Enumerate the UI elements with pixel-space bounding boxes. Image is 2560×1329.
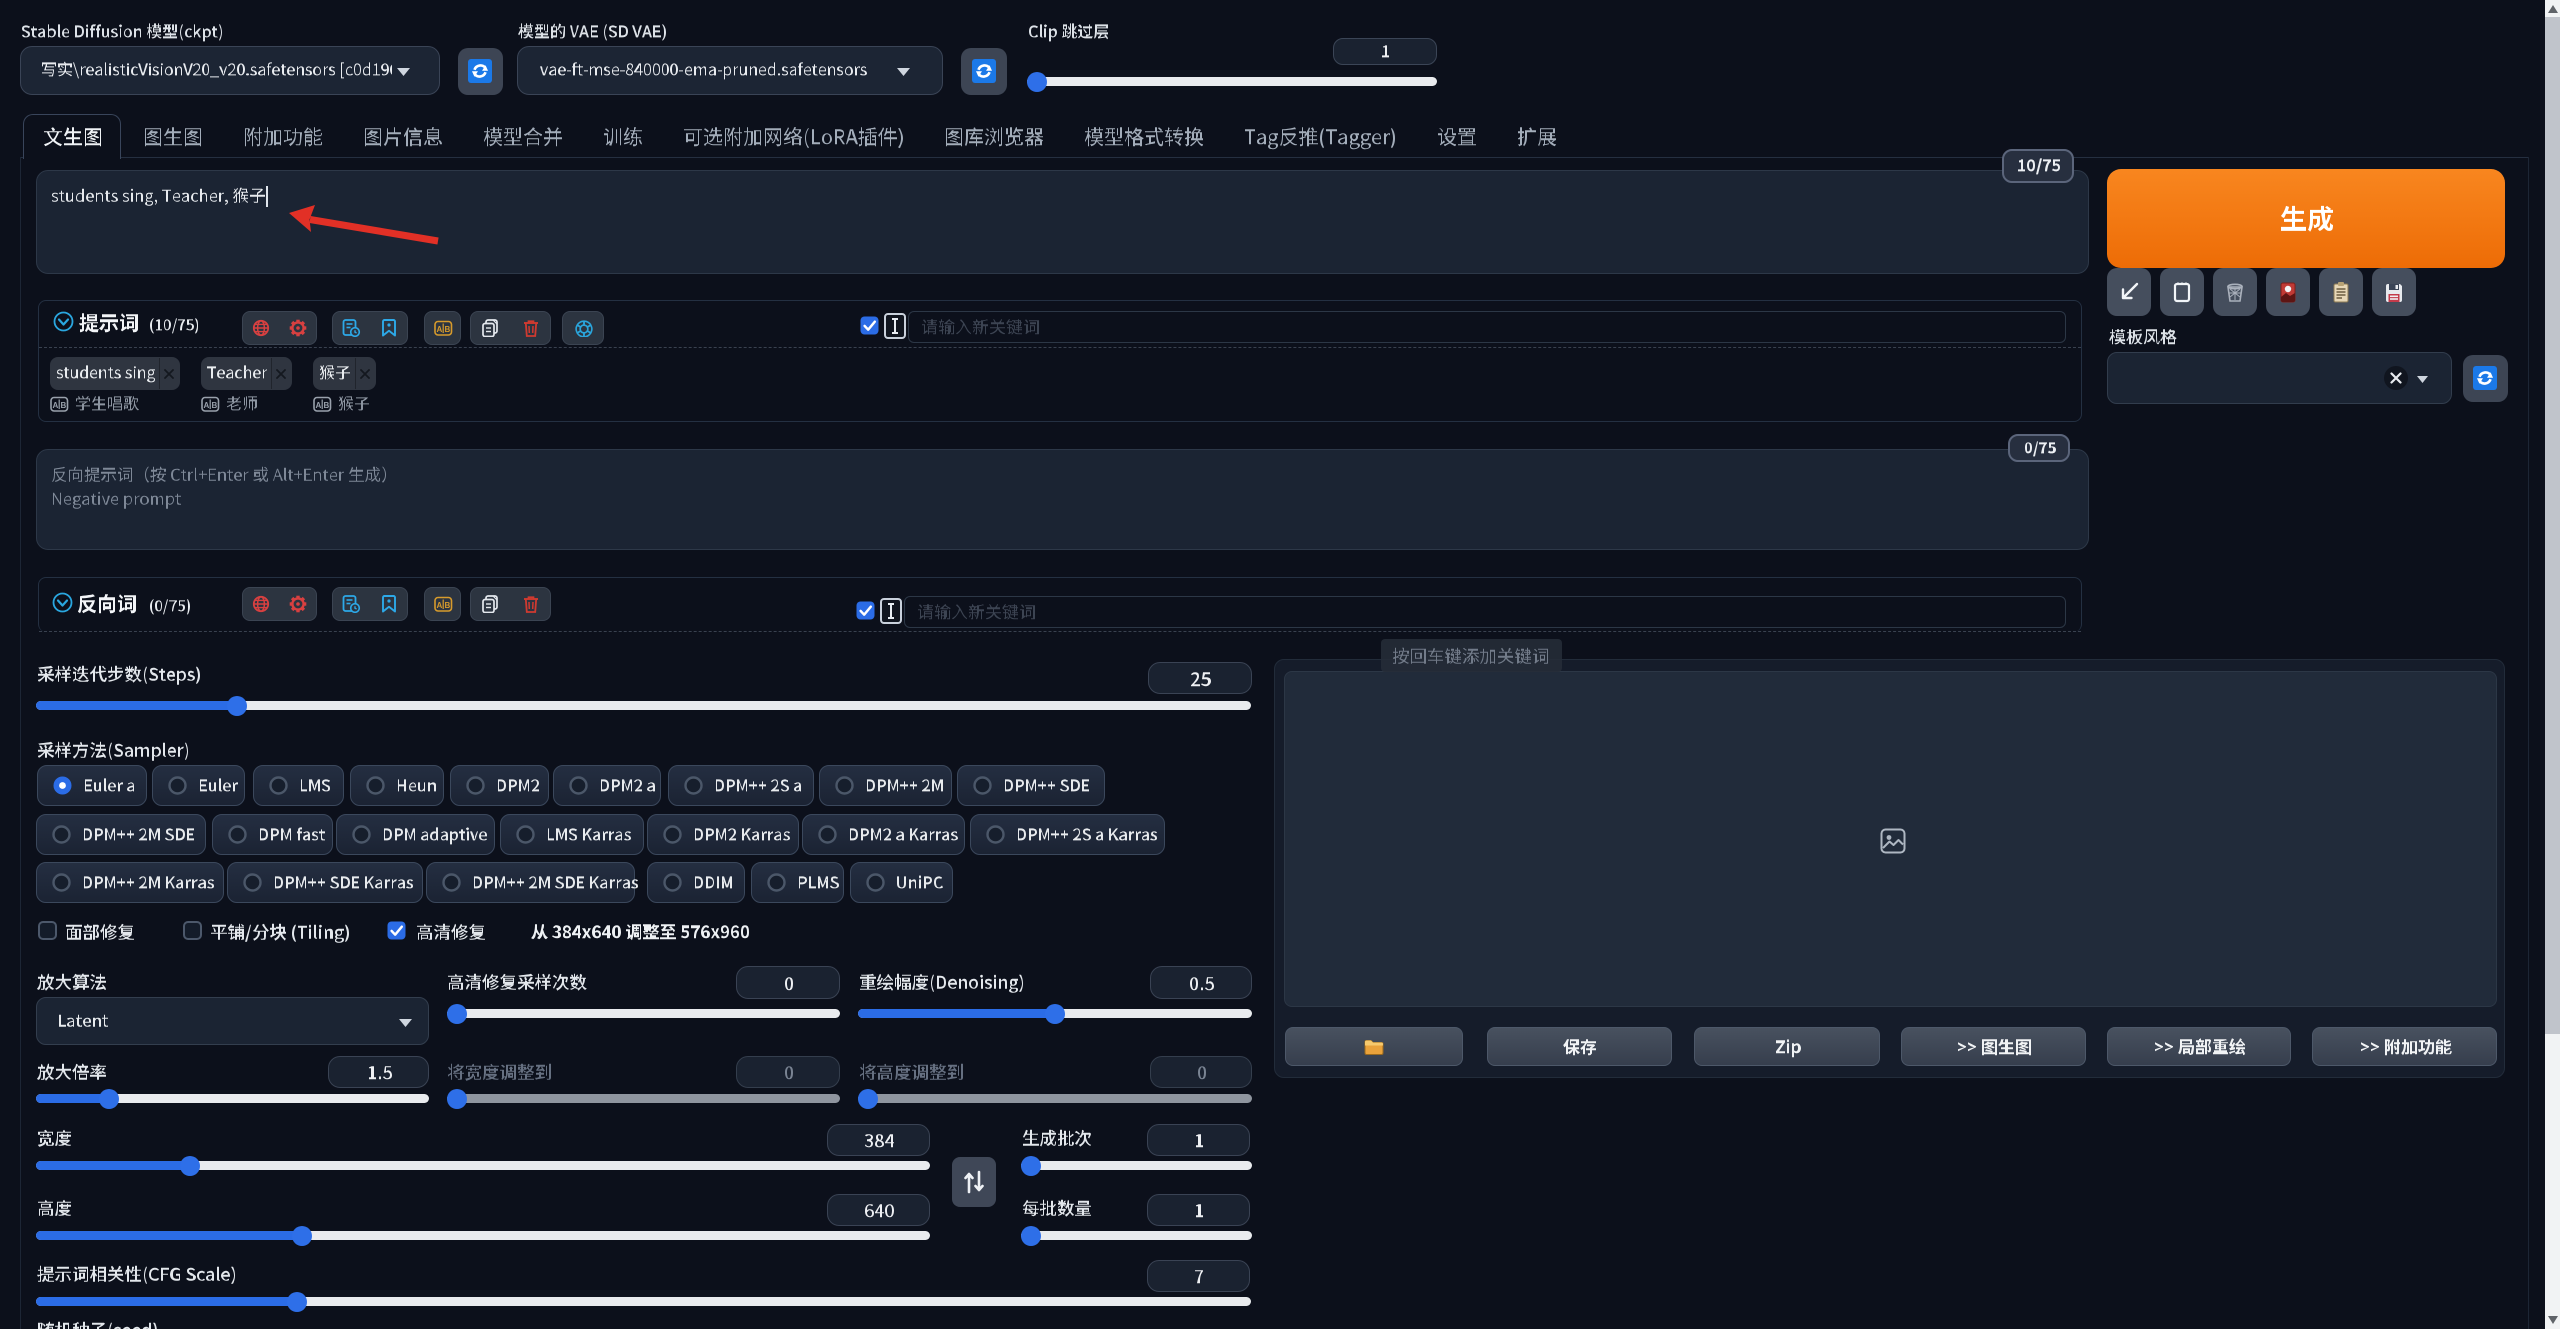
svg-text:B: B <box>445 601 451 610</box>
svg-text:B: B <box>445 325 451 334</box>
svg-text:A: A <box>204 401 210 410</box>
svg-text:A: A <box>437 325 443 334</box>
svg-text:A: A <box>53 401 59 410</box>
svg-text:B: B <box>61 401 67 410</box>
svg-text:B: B <box>324 401 330 410</box>
svg-text:A: A <box>437 601 443 610</box>
svg-text:A: A <box>316 401 322 410</box>
svg-text:B: B <box>212 401 218 410</box>
